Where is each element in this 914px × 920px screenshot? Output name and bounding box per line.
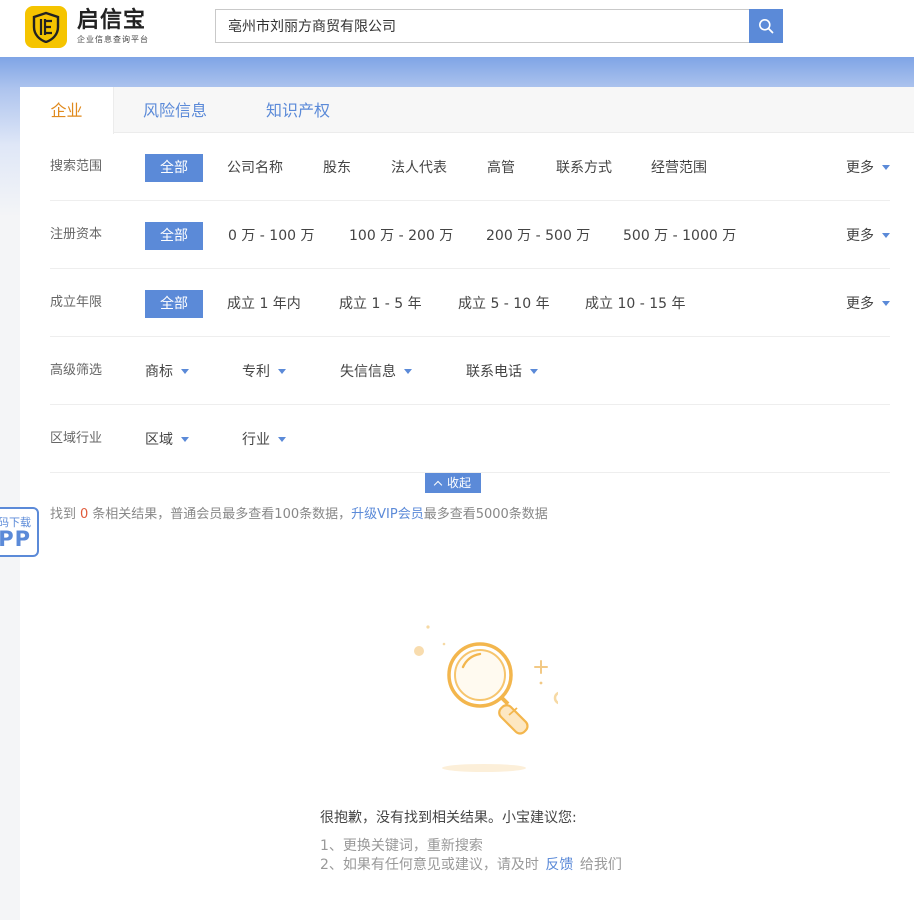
dropdown-industry[interactable]: 行业: [242, 426, 286, 454]
search-input[interactable]: [215, 9, 749, 43]
dropdown-label: 商标: [145, 364, 173, 380]
filter-label: 注册资本: [50, 227, 103, 242]
dropdown-region[interactable]: 区域: [145, 426, 189, 454]
caret-down-icon: [404, 368, 412, 374]
search-button[interactable]: [749, 9, 783, 43]
tip2-suffix: 给我们: [579, 857, 622, 873]
shield-logo-icon: [25, 6, 67, 48]
capital-option-200-500[interactable]: 200 万 - 500 万: [486, 222, 590, 250]
dropdown-dishonesty[interactable]: 失信信息: [340, 358, 412, 386]
scope-option-executive[interactable]: 高管: [487, 154, 515, 182]
upgrade-vip-link[interactable]: 升级VIP会员: [351, 507, 424, 522]
caret-down-icon: [882, 232, 890, 238]
result-suffix: 最多查看5000条数据: [423, 507, 548, 522]
dropdown-patent[interactable]: 专利: [242, 358, 286, 386]
more-button[interactable]: 更多: [846, 154, 890, 182]
dropdown-label: 失信信息: [340, 364, 396, 380]
chevron-up-icon: [433, 480, 443, 489]
age-option-all[interactable]: 全部: [145, 290, 203, 318]
top-header: 启信宝 企业信息查询平台: [0, 0, 914, 57]
scope-option-contact[interactable]: 联系方式: [556, 154, 612, 182]
collapse-button[interactable]: 收起: [425, 473, 481, 493]
search-results-panel: 企业 风险信息 知识产权 搜索范围 全部 公司名称 股东 法人代表 高管 联系方…: [20, 87, 914, 920]
filter-row-advanced: 高级筛选 商标 专利 失信信息 联系电话: [50, 337, 890, 405]
age-option-within-1[interactable]: 成立 1 年内: [227, 290, 301, 318]
tab-intellectual-property[interactable]: 知识产权: [266, 87, 330, 133]
more-button[interactable]: 更多: [846, 290, 890, 318]
dropdown-label: 联系电话: [466, 364, 522, 380]
brand-name: 启信宝: [77, 8, 147, 33]
category-tabs: 企业 风险信息 知识产权: [20, 87, 914, 134]
filter-row-age: 成立年限 全部 成立 1 年内 成立 1 - 5 年 成立 5 - 10 年 成…: [50, 269, 890, 337]
caret-down-icon: [278, 368, 286, 374]
filter-label: 区域行业: [50, 431, 103, 446]
filter-label: 高级筛选: [50, 363, 103, 378]
caret-down-icon: [181, 368, 189, 374]
capital-option-all[interactable]: 全部: [145, 222, 203, 250]
search-icon: [759, 19, 774, 34]
result-count: 0: [80, 507, 89, 522]
dropdown-phone[interactable]: 联系电话: [466, 358, 538, 386]
empty-magnifier-icon: [414, 625, 558, 772]
caret-down-icon: [882, 164, 890, 170]
tab-enterprise[interactable]: 企业: [20, 87, 114, 134]
dropdown-trademark[interactable]: 商标: [145, 358, 189, 386]
result-summary: 找到 0 条相关结果，普通会员最多查看100条数据，升级VIP会员最多查看5000条…: [50, 503, 548, 522]
app-label: APP: [0, 527, 31, 551]
app-download-badge[interactable]: 码下载 APP: [0, 507, 39, 557]
empty-state-title: 很抱歉，没有找到相关结果。小宝建议您:: [320, 810, 577, 826]
more-label: 更多: [846, 296, 874, 312]
tab-risk-info[interactable]: 风险信息: [143, 87, 207, 133]
brand-subtitle: 企业信息查询平台: [77, 35, 149, 44]
caret-down-icon: [278, 436, 286, 442]
caret-down-icon: [882, 300, 890, 306]
dropdown-label: 区域: [145, 432, 173, 448]
scope-option-business-scope[interactable]: 经营范围: [651, 154, 707, 182]
scope-option-company-name[interactable]: 公司名称: [227, 154, 283, 182]
scope-option-shareholder[interactable]: 股东: [323, 154, 351, 182]
tip2-prefix: 2、如果有任何意见或建议，请及时: [320, 857, 539, 873]
age-option-10-15[interactable]: 成立 10 - 15 年: [585, 290, 685, 318]
brand-logo[interactable]: 启信宝 企业信息查询平台: [25, 6, 149, 48]
more-label: 更多: [846, 228, 874, 244]
filter-row-capital: 注册资本 全部 0 万 - 100 万 100 万 - 200 万 200 万 …: [50, 201, 890, 269]
dropdown-label: 行业: [242, 432, 270, 448]
capital-option-500-1000[interactable]: 500 万 - 1000 万: [623, 222, 736, 250]
age-option-1-5[interactable]: 成立 1 - 5 年: [339, 290, 422, 318]
capital-option-100-200[interactable]: 100 万 - 200 万: [349, 222, 453, 250]
more-button[interactable]: 更多: [846, 222, 890, 250]
result-prefix: 找到: [50, 507, 77, 522]
collapse-label: 收起: [446, 476, 471, 490]
filter-row-region: 区域行业 区域 行业: [50, 405, 890, 473]
age-option-5-10[interactable]: 成立 5 - 10 年: [458, 290, 550, 318]
capital-option-0-100[interactable]: 0 万 - 100 万: [228, 222, 314, 250]
dropdown-label: 专利: [242, 364, 270, 380]
filter-label: 成立年限: [50, 295, 103, 310]
result-middle: 条相关结果，普通会员最多查看100条数据，: [92, 507, 352, 522]
caret-down-icon: [181, 436, 189, 442]
caret-down-icon: [530, 368, 538, 374]
feedback-link[interactable]: 反馈: [545, 857, 573, 873]
scope-option-all[interactable]: 全部: [145, 154, 203, 182]
scope-option-legal-rep[interactable]: 法人代表: [391, 154, 447, 182]
more-label: 更多: [846, 160, 874, 176]
empty-tip-2: 2、如果有任何意见或建议，请及时 反馈 给我们: [320, 854, 622, 874]
filter-label: 搜索范围: [50, 159, 103, 174]
empty-tip-1: 1、更换关键词，重新搜索: [320, 838, 483, 854]
filter-row-scope: 搜索范围 全部 公司名称 股东 法人代表 高管 联系方式 经营范围 更多: [50, 133, 890, 201]
